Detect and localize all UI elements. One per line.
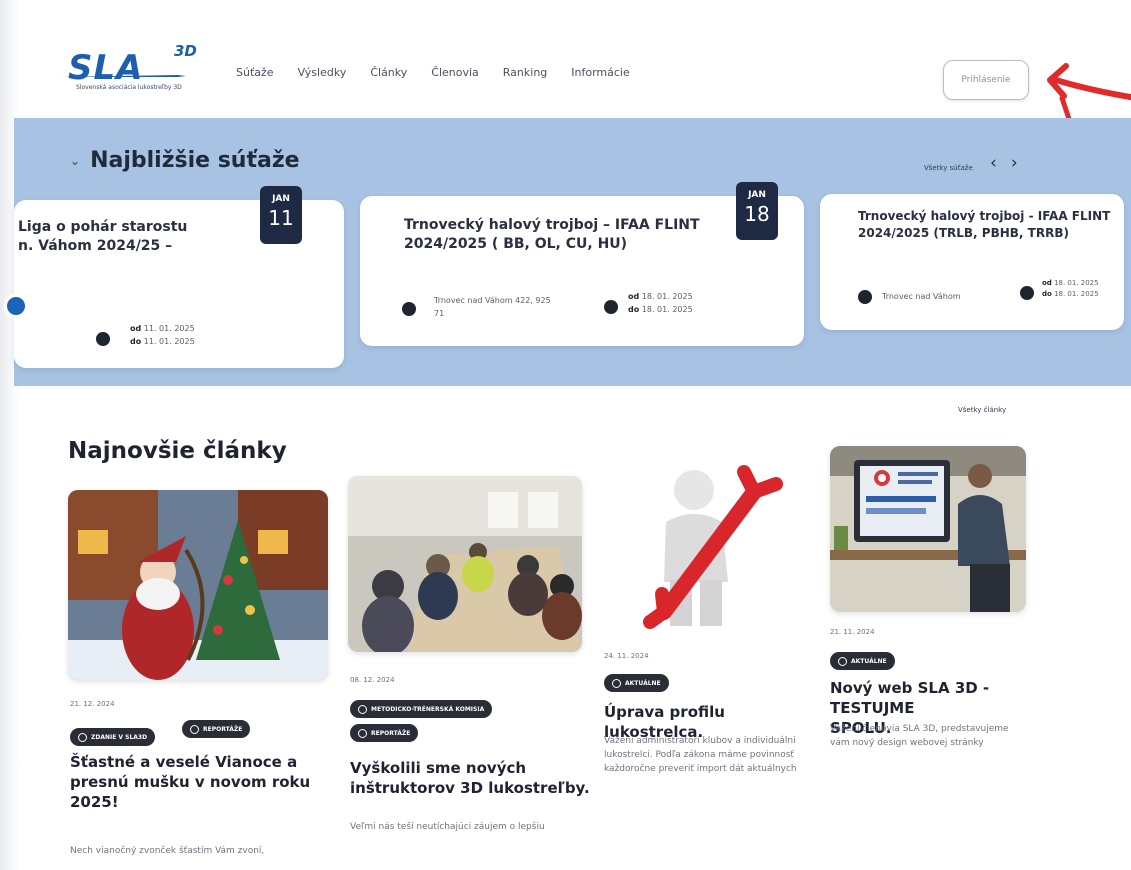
nav-item-clanky[interactable]: Články: [370, 66, 407, 79]
article-tag[interactable]: REPORTÁŽE: [350, 724, 419, 742]
tag-icon: [78, 732, 87, 742]
tag-icon: [838, 656, 847, 666]
article-thumbnail-wrench[interactable]: [604, 462, 814, 630]
competition-dates: od 11. 01. 2025 do 11. 01. 2025: [130, 324, 195, 346]
article-title[interactable]: Vyškolili sme nových inštruktorov 3D luk…: [350, 758, 610, 798]
nav-item-vysledky[interactable]: Výsledky: [298, 66, 347, 79]
tag-icon: [358, 728, 367, 738]
wrench-figure-image-icon: [604, 462, 814, 630]
site-logo[interactable]: SLA 3D Slovenská asociácia lukostreľby 3…: [58, 40, 203, 100]
upcoming-title-text: Najbližšie súťaže: [90, 148, 300, 173]
logo-text: SLA: [68, 48, 144, 88]
slider-arrows: ‹ ›: [990, 153, 1018, 173]
date-badge: JAN 18: [736, 182, 778, 240]
logo-superscript: 3D: [174, 42, 197, 60]
article-excerpt: Nech vianočný zvonček šťastím Vám zvoní,: [70, 846, 265, 856]
all-competitions-link[interactable]: Všetky súťaže: [924, 164, 973, 172]
training-room-image-icon: [348, 476, 582, 652]
slider-dot-icon[interactable]: [4, 294, 28, 318]
website-testing-image-icon: [830, 446, 1026, 612]
article-title[interactable]: Šťastné a veselé Vianoce a presnú mušku …: [70, 752, 340, 812]
articles-title: Najnovšie články: [68, 438, 287, 464]
page: SLA 3D Slovenská asociácia lukostreľby 3…: [4, 0, 1131, 870]
article-tag[interactable]: METODICKO-TRÉNERSKÁ KOMISIA: [350, 700, 493, 718]
login-button[interactable]: Prihlásenie: [943, 60, 1029, 100]
tag-icon: [612, 678, 621, 688]
tag-icon: [358, 704, 367, 714]
article-date: 24. 11. 2024: [604, 652, 649, 660]
location-icon: [402, 302, 416, 316]
competition-title: Trnovecký halový trojboj - IFAA FLINT 20…: [858, 209, 1111, 240]
article-tag[interactable]: REPORTÁŽE: [182, 720, 251, 738]
article-excerpt: Vážení členovia SLA 3D, predstavujeme vá…: [830, 724, 1009, 748]
date-badge: JAN 11: [260, 186, 302, 244]
nav-item-ranking[interactable]: Ranking: [503, 66, 548, 79]
competition-title: Liga o pohár starostu n. Váhom 2024/25 –: [18, 219, 188, 254]
article-excerpt: Veľmi nás teší neutíchajúci záujem o lep…: [350, 822, 545, 832]
tag-icon: [190, 724, 199, 734]
upcoming-title: ⌄ Najbližšie súťaže: [70, 148, 300, 173]
article-date: 08. 12. 2024: [350, 676, 395, 684]
article-thumbnail-christmas[interactable]: [68, 490, 328, 680]
nav-item-clenovia[interactable]: Členovia: [431, 66, 479, 79]
competition-dates: od 18. 01. 2025 do 18. 01. 2025: [1042, 279, 1099, 298]
nav-item-sutaze[interactable]: Súťaže: [236, 66, 274, 79]
logo-swoosh-icon: [60, 75, 186, 77]
main-nav: Súťaže Výsledky Články Členovia Ranking …: [236, 66, 630, 79]
nav-item-informacie[interactable]: Informácie: [571, 66, 629, 79]
competition-title: Trnovecký halový trojboj – IFAA FLINT 20…: [404, 217, 700, 252]
location-icon: [858, 290, 872, 304]
christmas-image-icon: [68, 490, 328, 680]
competition-card[interactable]: Trnovecký halový trojboj - IFAA FLINT 20…: [820, 194, 1124, 330]
article-tag[interactable]: AKTUÁLNE: [830, 652, 895, 670]
chevron-right-icon[interactable]: ›: [1011, 153, 1018, 173]
article-date: 21. 11. 2024: [830, 628, 875, 636]
chevron-down-icon: ⌄: [70, 153, 81, 168]
chevron-left-icon[interactable]: ‹: [990, 153, 997, 173]
clock-icon: [96, 332, 110, 346]
logo-subtitle: Slovenská asociácia lukostreľby 3D: [76, 84, 182, 91]
competition-location: Trnovec nad Váhom: [882, 292, 961, 301]
competition-location: Trnovec nad Váhom 422, 925 71: [434, 296, 551, 318]
article-tag[interactable]: ZDANIE V SLA3D: [70, 728, 156, 746]
article-date: 21. 12. 2024: [70, 700, 115, 708]
article-excerpt: Vážení administrátori klubov a individuá…: [604, 736, 797, 774]
article-thumbnail-training[interactable]: [348, 476, 582, 652]
all-articles-link[interactable]: Všetky články: [958, 406, 1006, 414]
clock-icon: [604, 300, 618, 314]
article-thumbnail-website[interactable]: [830, 446, 1026, 612]
clock-icon: [1020, 286, 1034, 300]
competition-dates: od 18. 01. 2025 do 18. 01. 2025: [628, 292, 693, 314]
article-tag[interactable]: AKTUÁLNE: [604, 674, 669, 692]
